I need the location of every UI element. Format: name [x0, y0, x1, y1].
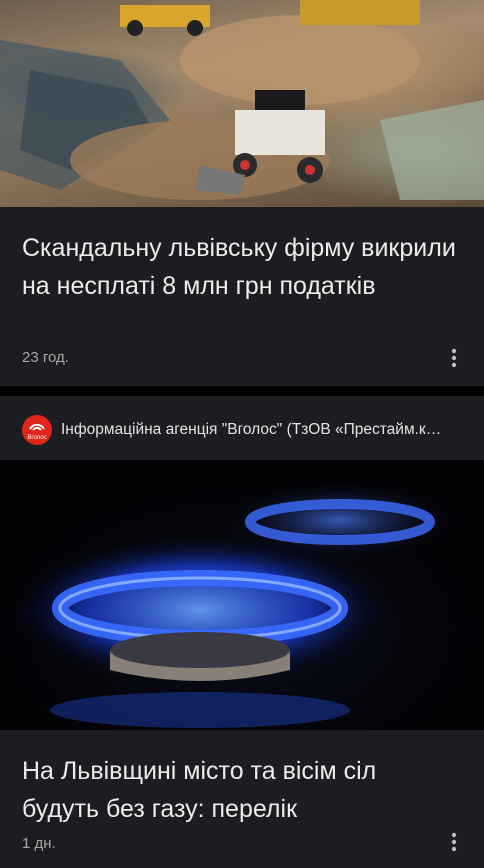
- article-headline[interactable]: Скандальну львівську фірму викрили на не…: [0, 207, 484, 305]
- more-options-icon[interactable]: [444, 346, 464, 370]
- article-image[interactable]: [0, 460, 484, 730]
- card-divider: [0, 386, 484, 396]
- construction-photo-graphic: [0, 0, 484, 200]
- source-name[interactable]: Інформаційна агенція "Вголос" (ТзОВ «Пре…: [61, 421, 461, 439]
- article-image[interactable]: [0, 0, 484, 207]
- article-timestamp: 23 год.: [22, 349, 69, 366]
- gas-flame-photo-graphic: [10, 480, 460, 728]
- svg-text:Вголос: Вголос: [27, 435, 46, 441]
- source-logo-icon: Вголос: [22, 415, 52, 445]
- article-headline[interactable]: На Львівщині місто та вісім сіл будуть б…: [0, 730, 484, 828]
- source-row[interactable]: Вголос Інформаційна агенція "Вголос" (Тз…: [0, 396, 484, 448]
- article-card[interactable]: Вголос Інформаційна агенція "Вголос" (Тз…: [0, 396, 484, 868]
- article-card[interactable]: Скандальну львівську фірму викрили на не…: [0, 0, 484, 386]
- more-options-icon[interactable]: [444, 830, 464, 854]
- article-timestamp: 1 дн.: [22, 835, 56, 852]
